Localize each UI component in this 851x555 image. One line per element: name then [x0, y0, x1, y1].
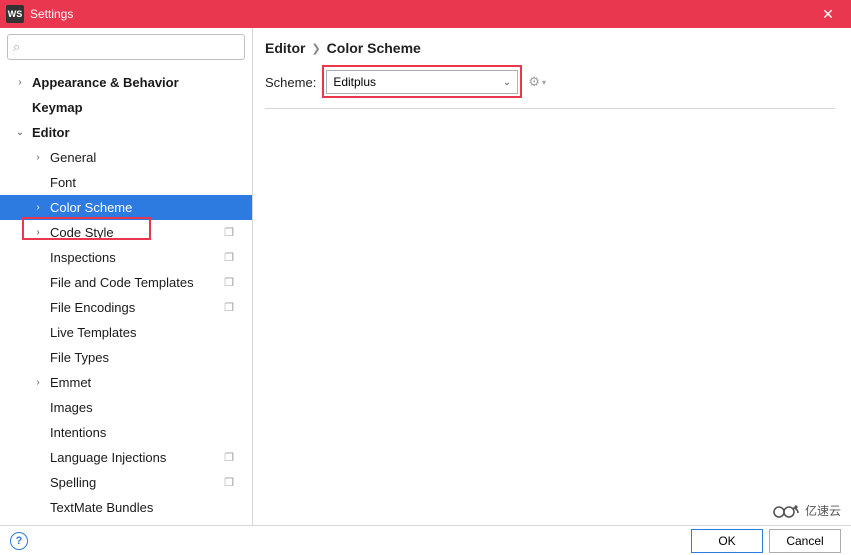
- chevron-right-icon: ›: [32, 152, 44, 163]
- scheme-dropdown[interactable]: Editplus ⌄: [326, 70, 518, 94]
- breadcrumb-color-scheme: Color Scheme: [327, 40, 421, 56]
- scheme-label: Scheme:: [265, 75, 316, 90]
- ok-button[interactable]: OK: [691, 529, 763, 553]
- footer: ? OK Cancel: [0, 525, 851, 555]
- chevron-down-icon: ⌄: [14, 127, 26, 138]
- sidebar-item-label: Appearance & Behavior: [32, 75, 179, 90]
- app-icon: WS: [6, 5, 24, 23]
- copy-settings-icon[interactable]: ❐: [224, 451, 234, 464]
- chevron-right-icon: ›: [14, 77, 26, 88]
- main-panel: Editor ❯ Color Scheme Scheme: Editplus ⌄…: [253, 28, 851, 525]
- copy-settings-icon[interactable]: ❐: [224, 476, 234, 489]
- copy-settings-icon[interactable]: ❐: [224, 301, 234, 314]
- copy-settings-icon[interactable]: ❐: [224, 276, 234, 289]
- sidebar-item-label: Language Injections: [50, 450, 166, 465]
- dropdown-caret-icon: ▾: [542, 78, 546, 87]
- sidebar-item-label: Spelling: [50, 475, 96, 490]
- content: ⌕ › Appearance & Behavior Keymap ⌄ Editor › Ge…: [0, 28, 851, 525]
- settings-tree: › Appearance & Behavior Keymap ⌄ Editor › Gene…: [0, 66, 252, 525]
- sidebar-item-label: Inspections: [50, 250, 116, 265]
- scheme-actions-button[interactable]: ⚙▾: [528, 74, 546, 90]
- chevron-right-icon: ›: [32, 227, 44, 238]
- chevron-down-icon: ⌄: [503, 77, 511, 88]
- copy-settings-icon[interactable]: ❐: [224, 226, 234, 239]
- sidebar-item-label: Code Style: [50, 225, 114, 240]
- watermark-logo: 亿速云: [767, 499, 845, 521]
- sidebar-item-label: TextMate Bundles: [50, 500, 153, 515]
- sidebar-item-file-and-code-templates[interactable]: File and Code Templates ❐: [0, 270, 252, 295]
- cancel-button[interactable]: Cancel: [769, 529, 841, 553]
- sidebar-item-file-types[interactable]: File Types: [0, 345, 252, 370]
- watermark-text: 亿速云: [805, 502, 841, 519]
- scheme-row: Scheme: Editplus ⌄ ⚙▾: [265, 70, 835, 109]
- gear-icon: ⚙: [528, 74, 540, 90]
- chevron-right-icon: ›: [32, 202, 44, 213]
- sidebar-item-label: Emmet: [50, 375, 91, 390]
- sidebar-item-color-scheme[interactable]: › Color Scheme: [0, 195, 252, 220]
- sidebar-item-language-injections[interactable]: Language Injections ❐: [0, 445, 252, 470]
- sidebar-item-label: Editor: [32, 125, 70, 140]
- sidebar-item-font[interactable]: Font: [0, 170, 252, 195]
- scheme-value: Editplus: [333, 75, 376, 89]
- breadcrumb: Editor ❯ Color Scheme: [265, 28, 835, 70]
- sidebar-item-code-style[interactable]: › Code Style ❐: [0, 220, 252, 245]
- sidebar-item-label: General: [50, 150, 96, 165]
- sidebar-item-images[interactable]: Images: [0, 395, 252, 420]
- sidebar-item-label: Intentions: [50, 425, 106, 440]
- sidebar-item-inspections[interactable]: Inspections ❐: [0, 245, 252, 270]
- sidebar: ⌕ › Appearance & Behavior Keymap ⌄ Editor › Ge…: [0, 28, 253, 525]
- copy-settings-icon[interactable]: ❐: [224, 251, 234, 264]
- sidebar-item-textmate-bundles[interactable]: TextMate Bundles: [0, 495, 252, 520]
- sidebar-item-general[interactable]: › General: [0, 145, 252, 170]
- sidebar-item-label: Color Scheme: [50, 200, 132, 215]
- sidebar-item-label: File and Code Templates: [50, 275, 194, 290]
- sidebar-item-editor[interactable]: ⌄ Editor: [0, 120, 252, 145]
- sidebar-item-label: File Types: [50, 350, 109, 365]
- help-button[interactable]: ?: [10, 532, 28, 550]
- sidebar-item-label: Keymap: [32, 100, 83, 115]
- sidebar-item-label: Font: [50, 175, 76, 190]
- sidebar-item-label: File Encodings: [50, 300, 135, 315]
- titlebar: WS Settings ✕: [0, 0, 851, 28]
- sidebar-item-live-templates[interactable]: Live Templates: [0, 320, 252, 345]
- sidebar-item-file-encodings[interactable]: File Encodings ❐: [0, 295, 252, 320]
- sidebar-item-spelling[interactable]: Spelling ❐: [0, 470, 252, 495]
- chevron-right-icon: ❯: [311, 42, 320, 55]
- window-title: Settings: [30, 7, 73, 21]
- breadcrumb-editor: Editor: [265, 40, 305, 56]
- close-button[interactable]: ✕: [805, 0, 851, 28]
- sidebar-item-intentions[interactable]: Intentions: [0, 420, 252, 445]
- search-icon: ⌕: [13, 39, 20, 55]
- sidebar-item-label: Images: [50, 400, 93, 415]
- sidebar-item-label: Live Templates: [50, 325, 136, 340]
- sidebar-item-keymap[interactable]: Keymap: [0, 95, 252, 120]
- chevron-right-icon: ›: [32, 377, 44, 388]
- sidebar-item-emmet[interactable]: › Emmet: [0, 370, 252, 395]
- sidebar-item-appearance-behavior[interactable]: › Appearance & Behavior: [0, 70, 252, 95]
- search-input[interactable]: [7, 34, 245, 60]
- search-wrap: ⌕: [0, 28, 252, 66]
